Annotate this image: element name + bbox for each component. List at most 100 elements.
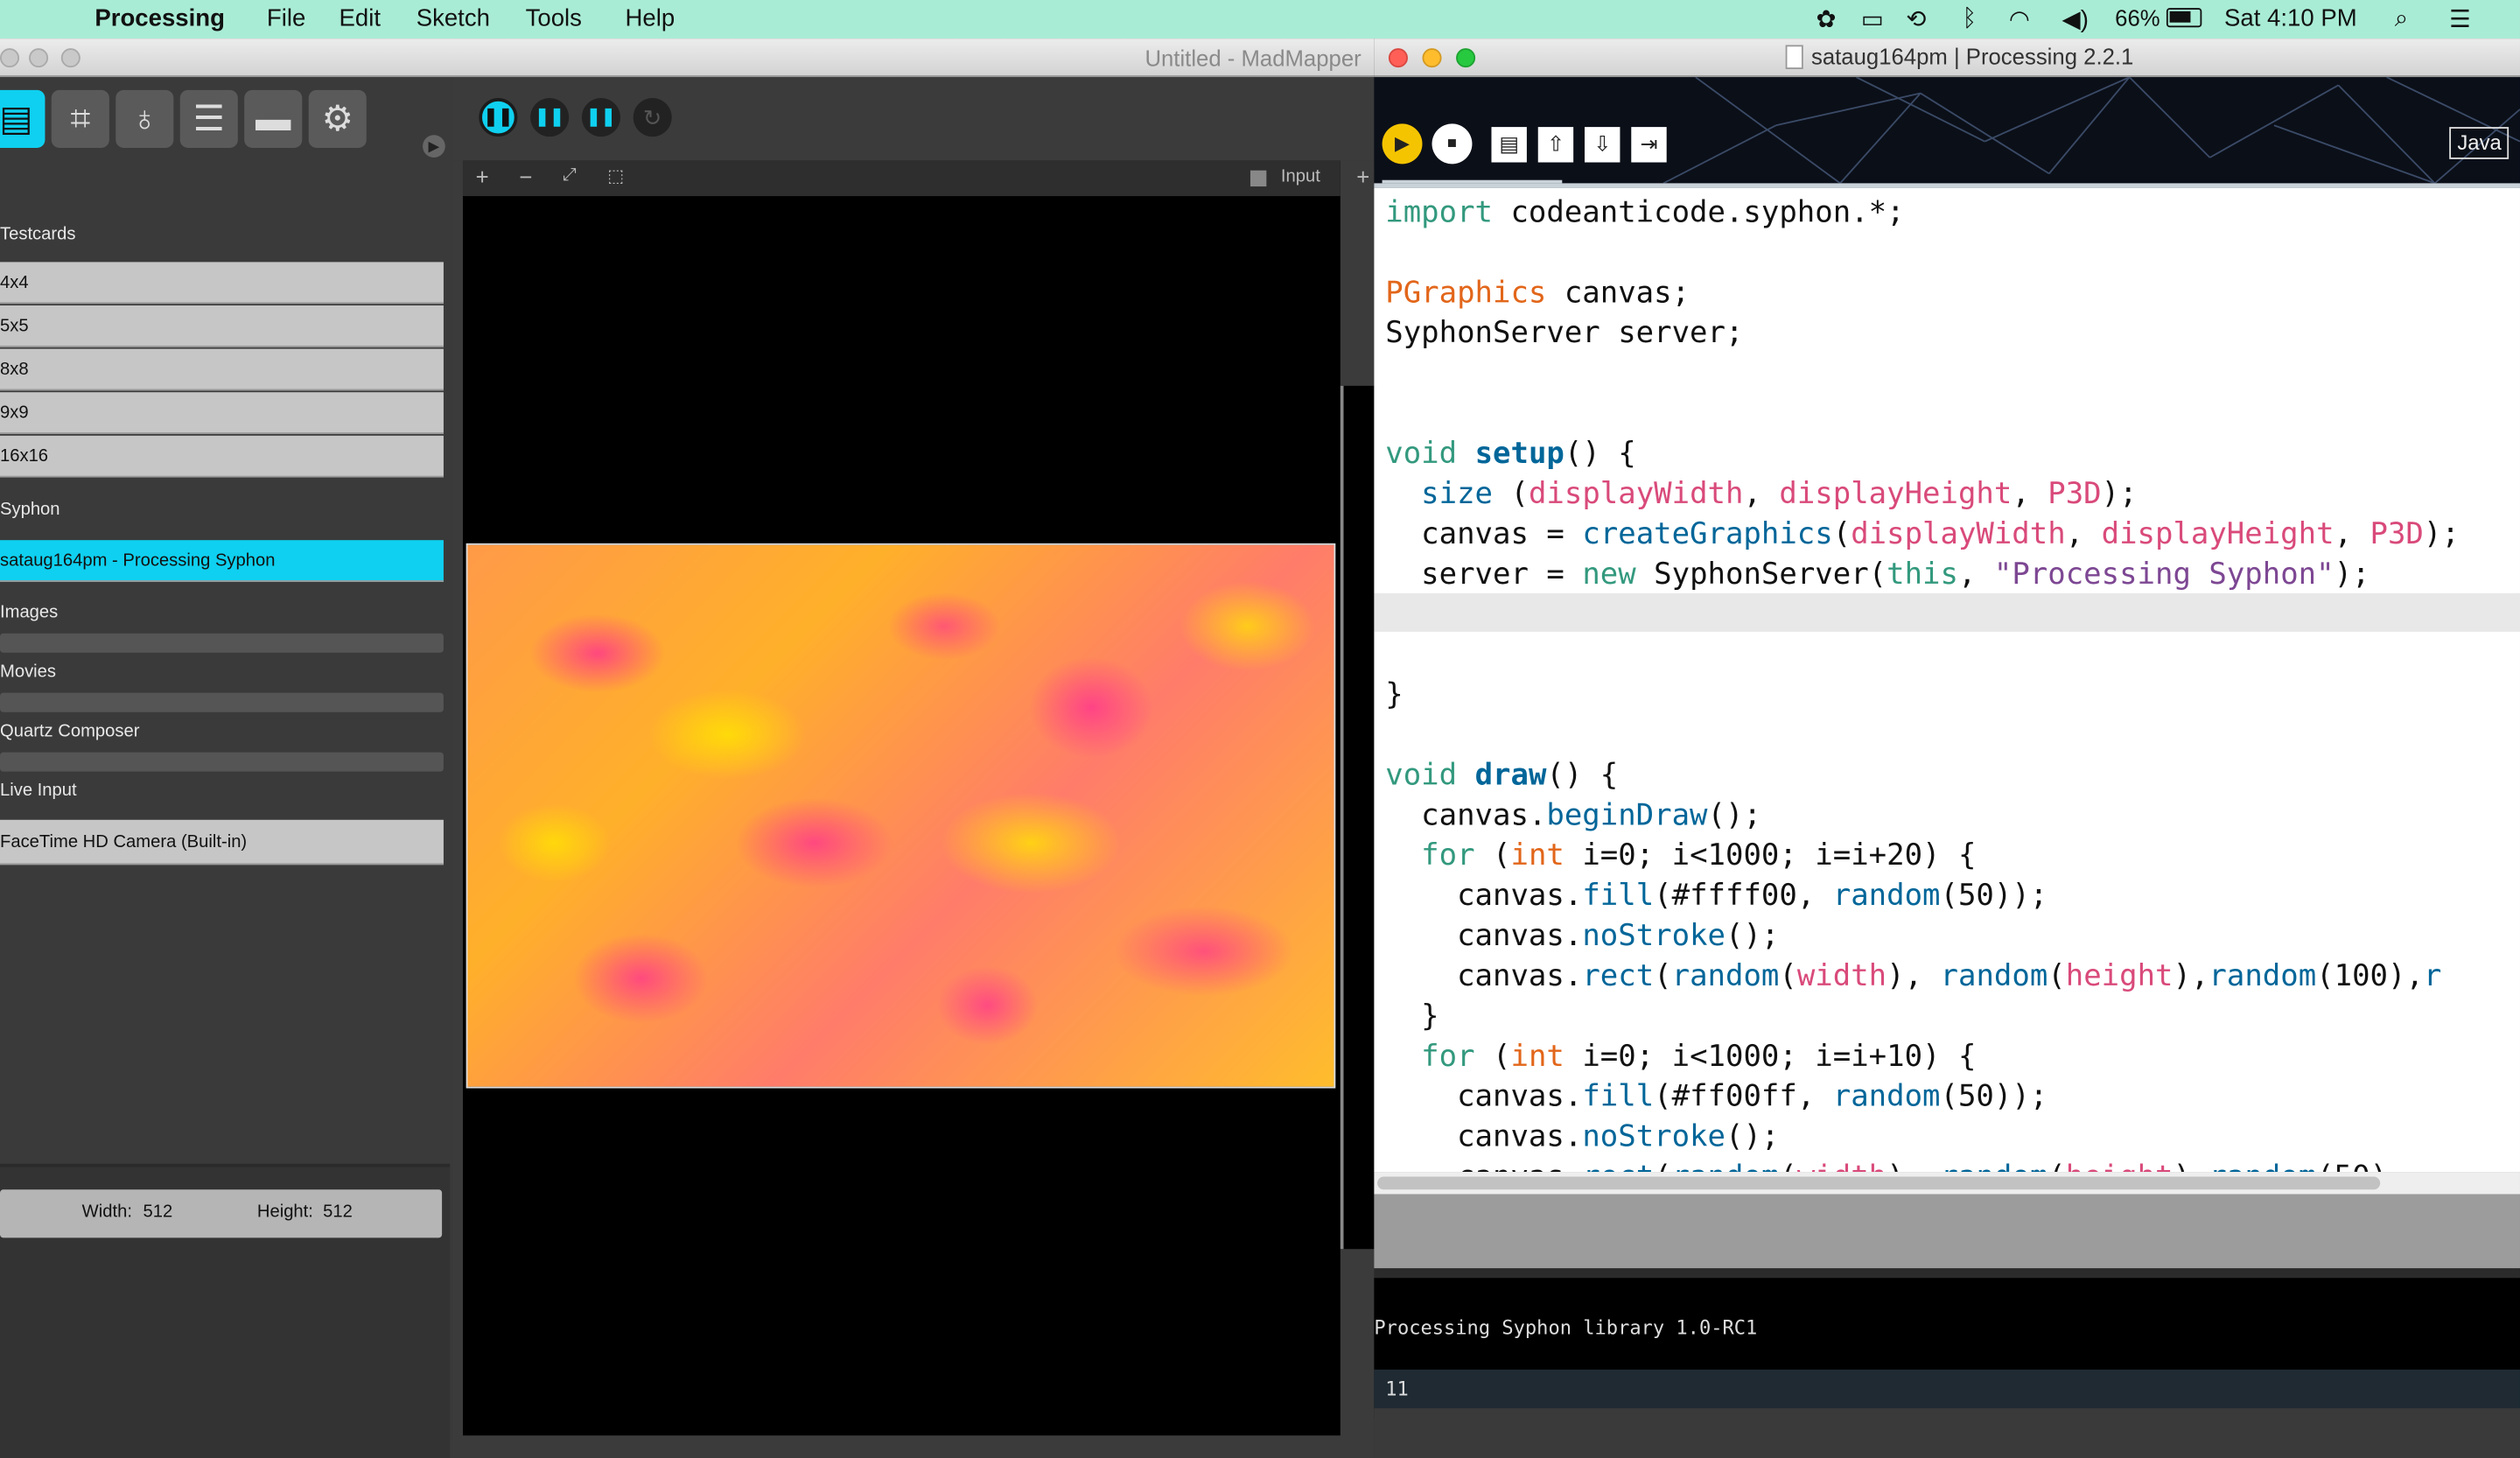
width-label: Width: bbox=[81, 1202, 132, 1222]
code-line: } bbox=[1385, 678, 1404, 712]
code-line: SyphonServer server; bbox=[1385, 316, 1744, 351]
clock[interactable]: Sat 4:10 PM bbox=[2224, 5, 2357, 32]
notification-center-icon[interactable]: ☰ bbox=[2449, 5, 2471, 34]
menu-file[interactable]: File bbox=[267, 5, 305, 32]
loop-icon[interactable]: ↻ bbox=[633, 98, 672, 137]
code-line: canvas = createGraphics(displayWidth, di… bbox=[1385, 517, 2460, 552]
zoom-out-icon[interactable]: − bbox=[519, 164, 532, 189]
quartz-list bbox=[0, 752, 444, 772]
close-button[interactable] bbox=[1388, 48, 1408, 68]
fit-icon[interactable]: ⤢ bbox=[563, 165, 577, 186]
play-pause-icon[interactable]: ❚❚ bbox=[479, 98, 518, 137]
code-line: canvas.noStroke(); bbox=[1385, 919, 1780, 954]
app-menu[interactable]: Processing bbox=[94, 5, 225, 32]
menu-tools[interactable]: Tools bbox=[526, 5, 582, 32]
lights-tab-icon[interactable]: ♁ bbox=[116, 89, 174, 148]
code-line: for (int i=0; i<1000; i=i+20) { bbox=[1421, 838, 1977, 873]
menu-edit[interactable]: Edit bbox=[340, 5, 381, 32]
width-value[interactable]: 512 bbox=[143, 1202, 172, 1222]
stop-icon[interactable]: ❚❚ bbox=[581, 98, 620, 137]
section-testcards[interactable]: Testcards bbox=[0, 225, 75, 244]
testcard-item[interactable]: 16x16 bbox=[0, 435, 444, 478]
close-button[interactable] bbox=[0, 48, 20, 68]
height-label: Height: bbox=[256, 1202, 313, 1222]
add-output-icon[interactable]: + bbox=[1356, 164, 1369, 189]
selection-icon[interactable]: ⬚ bbox=[607, 165, 624, 186]
zoom-button[interactable] bbox=[60, 48, 80, 68]
movies-list bbox=[0, 692, 444, 712]
section-syphon[interactable]: Syphon bbox=[0, 500, 60, 519]
section-movies[interactable]: Movies bbox=[0, 662, 56, 682]
battery-icon[interactable] bbox=[2166, 8, 2202, 28]
library-panel: ▤ ⌗ ♁ ☰ ▬ ⚙ ▶ Testcards 4x4 5x5 8x8 9x9 … bbox=[0, 77, 453, 1458]
console-divider[interactable] bbox=[1374, 1268, 2520, 1279]
testcard-item[interactable]: 5x5 bbox=[0, 305, 444, 347]
code-line: canvas.rect(random(width), random(height… bbox=[1385, 1158, 2405, 1172]
testcard-item[interactable]: 8x8 bbox=[0, 348, 444, 391]
code-line: server = new SyphonServer(this, "Process… bbox=[1385, 557, 2370, 592]
volume-icon[interactable]: ◀) bbox=[2062, 5, 2089, 34]
madmapper-title: Untitled - MadMapper bbox=[1144, 45, 1362, 71]
projector-tab-icon[interactable]: ▬ bbox=[244, 89, 303, 148]
pause-icon[interactable]: ❚❚ bbox=[530, 98, 570, 137]
live-input-item[interactable]: FaceTime HD Camera (Built-in) bbox=[0, 819, 444, 866]
code-line: } bbox=[1385, 999, 1439, 1034]
media-size-box: Width: 512 Height: 512 bbox=[0, 1189, 443, 1238]
code-line: import codeanticode.syphon.*; bbox=[1385, 196, 1905, 230]
list-tab-icon[interactable]: ☰ bbox=[179, 89, 238, 148]
code-line: void setup() { bbox=[1385, 437, 1636, 472]
menu-sketch[interactable]: Sketch bbox=[416, 5, 490, 32]
processing-title: sataug164pm | Processing 2.2.1 bbox=[1810, 43, 2134, 69]
line-number: 11 bbox=[1385, 1377, 1409, 1400]
height-value[interactable]: 512 bbox=[323, 1202, 353, 1222]
section-images[interactable]: Images bbox=[0, 603, 58, 622]
minimize-button[interactable] bbox=[1422, 48, 1442, 68]
settings-gear-icon[interactable]: ⚙ bbox=[308, 89, 367, 148]
code-line: canvas.fill(#ff00ff, random(50)); bbox=[1385, 1080, 2048, 1114]
zoom-button[interactable] bbox=[1456, 48, 1476, 68]
input-checkbox[interactable] bbox=[1250, 170, 1267, 187]
code-line: canvas.rect(random(width), random(height… bbox=[1385, 959, 2442, 994]
minimize-button[interactable] bbox=[29, 48, 49, 68]
code-line: canvas.noStroke(); bbox=[1385, 1120, 1780, 1154]
testcard-item[interactable]: 4x4 bbox=[0, 262, 444, 305]
processing-titlebar: sataug164pm | Processing 2.2.1 bbox=[1374, 39, 2520, 78]
processing-window: sataug164pm | Processing 2.2.1 ▶ ■ ▤ ⇧ ⇩… bbox=[1374, 39, 2520, 1458]
zoom-in-icon[interactable]: + bbox=[476, 164, 489, 189]
panel-collapse-icon[interactable]: ▶ bbox=[423, 135, 445, 158]
time-machine-icon[interactable]: ⟲ bbox=[1906, 5, 1926, 34]
surfaces-tab-icon[interactable]: ⌗ bbox=[51, 89, 109, 148]
bluetooth-icon[interactable]: ᛒ bbox=[1963, 5, 1978, 32]
transport-bar: ❚❚ ❚❚ ❚❚ ↻ bbox=[452, 77, 1375, 161]
madmapper-titlebar: Untitled - MadMapper bbox=[0, 39, 1375, 78]
input-label: Input bbox=[1280, 167, 1320, 187]
code-line: size (displayWidth, displayHeight, P3D); bbox=[1421, 477, 2138, 512]
battery-percent[interactable]: 66% bbox=[2115, 5, 2160, 31]
menu-help[interactable]: Help bbox=[625, 5, 675, 32]
preview-divider bbox=[1340, 385, 1375, 1250]
syphon-preview-image bbox=[466, 543, 1336, 1089]
media-tab-icon[interactable]: ▤ bbox=[0, 89, 46, 148]
code-line: void draw() { bbox=[1385, 758, 1619, 793]
madmapper-window: Untitled - MadMapper ▤ ⌗ ♁ ☰ ▬ ⚙ ▶ Testc… bbox=[0, 39, 1375, 1458]
line-number-bar: 11 bbox=[1374, 1369, 2520, 1409]
spotlight-icon[interactable]: ⌕ bbox=[2395, 5, 2408, 32]
tab-strip bbox=[1374, 142, 2520, 184]
testcard-item[interactable]: 9x9 bbox=[0, 392, 444, 434]
code-editor[interactable]: import codeanticode.syphon.*; PGraphics … bbox=[1374, 187, 2520, 1173]
code-line: canvas.fill(#ffff00, random(50)); bbox=[1385, 879, 2048, 914]
syphon-source-item[interactable]: sataug164pm - Processing Syphon bbox=[0, 540, 444, 582]
section-live-input[interactable]: Live Input bbox=[0, 782, 77, 801]
code-line: PGraphics canvas; bbox=[1385, 276, 1690, 311]
window-bottom bbox=[1374, 1408, 2520, 1458]
code-line: canvas.beginDraw(); bbox=[1385, 798, 1761, 833]
document-icon bbox=[1785, 45, 1803, 69]
section-quartz[interactable]: Quartz Composer bbox=[0, 722, 139, 741]
console-output: Processing Syphon library 1.0-RC1 bbox=[1374, 1316, 1758, 1340]
syphon-status-icon[interactable]: ✿ bbox=[1816, 5, 1837, 34]
editor-horizontal-scrollbar[interactable] bbox=[1377, 1176, 2381, 1190]
display-status-icon[interactable]: ▭ bbox=[1861, 5, 1884, 34]
current-line-highlight bbox=[1374, 592, 2520, 632]
wifi-icon[interactable]: ◠ bbox=[2009, 5, 2030, 34]
images-list bbox=[0, 633, 444, 653]
